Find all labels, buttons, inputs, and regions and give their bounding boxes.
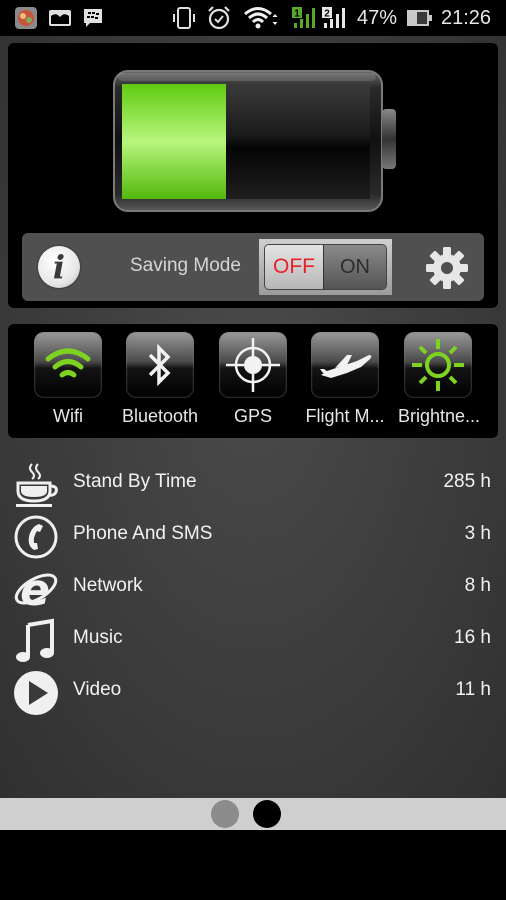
info-button[interactable]: i	[38, 246, 80, 288]
list-item: Video 11 h	[0, 666, 506, 718]
bbm-icon	[82, 0, 104, 36]
usage-value: 8 h	[464, 575, 491, 596]
usage-value: 16 h	[454, 627, 491, 648]
saving-mode-label: Saving Mode	[130, 255, 241, 276]
toggle-wifi[interactable]: Wifi	[28, 332, 108, 432]
sim2-signal-icon: 2	[322, 0, 350, 36]
gallery-icon	[48, 0, 72, 36]
play-icon	[12, 670, 60, 716]
clock: 21:26	[441, 6, 492, 29]
alarm-icon	[206, 0, 232, 36]
toggle-on-label: ON	[323, 245, 386, 289]
gps-icon	[226, 338, 280, 392]
status-bar: 1 2 47% 21:26	[0, 0, 506, 36]
battery-graphic	[112, 69, 402, 219]
usage-label: Music	[73, 627, 123, 648]
page-dot-2-active[interactable]	[253, 800, 281, 828]
music-note-icon	[12, 618, 60, 664]
list-item: Phone And SMS 3 h	[0, 510, 506, 562]
usage-value: 285 h	[443, 471, 491, 492]
wifi-icon	[243, 0, 279, 36]
sim2-label: 2	[324, 9, 330, 20]
page-dot-1[interactable]	[211, 800, 239, 828]
internet-explorer-icon: e	[12, 565, 60, 613]
app-icon	[14, 0, 38, 36]
list-item: e Network 8 h	[0, 562, 506, 614]
battery-status-icon	[406, 0, 434, 36]
toggle-label: Bluetooth	[121, 406, 199, 426]
toggle-gps[interactable]: GPS	[213, 332, 293, 432]
battery-terminal	[382, 109, 396, 169]
navigation-area	[0, 830, 506, 900]
control-bar: i Saving Mode OFF ON	[22, 233, 484, 301]
usage-value: 3 h	[464, 523, 491, 544]
toggle-label: Wifi	[53, 406, 83, 426]
usage-label: Phone And SMS	[73, 523, 213, 544]
toggle-label: Flight M...	[305, 406, 385, 426]
page-indicator	[0, 798, 506, 830]
phone-icon	[12, 514, 60, 560]
settings-button[interactable]	[424, 245, 470, 291]
toggle-label: Brightne...	[398, 406, 481, 426]
usage-label: Video	[73, 679, 122, 700]
usage-label: Network	[73, 575, 143, 596]
battery-percent: 47%	[357, 6, 398, 29]
toggle-bluetooth[interactable]: Bluetooth	[120, 332, 200, 432]
brightness-icon	[412, 339, 464, 391]
coffee-cup-icon	[12, 462, 60, 508]
list-item: Music 16 h	[0, 614, 506, 666]
usage-label: Stand By Time	[73, 471, 197, 492]
gear-icon	[426, 247, 468, 289]
toggle-brightness[interactable]: Brightne...	[398, 332, 481, 432]
wifi-icon	[45, 348, 91, 378]
sim1-label: 1	[294, 9, 300, 20]
sim1-signal-icon: 1	[292, 0, 320, 36]
bluetooth-icon	[148, 343, 171, 387]
airplane-icon	[320, 355, 372, 378]
vibrate-icon	[171, 0, 197, 36]
battery-fill-level	[122, 84, 226, 199]
saving-mode-toggle[interactable]: OFF ON	[259, 239, 392, 295]
quick-toggles-panel: Wifi Bluetooth GPS Flight M... Brightne.…	[8, 324, 498, 438]
toggle-switch[interactable]: OFF ON	[264, 244, 387, 290]
toggle-off-label: OFF	[265, 245, 323, 289]
toggle-flight-mode[interactable]: Flight M...	[305, 332, 385, 432]
toggle-label: GPS	[233, 406, 272, 426]
svg-text:e: e	[20, 565, 50, 613]
usage-value: 11 h	[455, 679, 491, 700]
info-icon: i	[52, 248, 66, 286]
battery-panel: i Saving Mode OFF ON	[8, 43, 498, 308]
list-item: Stand By Time 285 h	[0, 458, 506, 510]
